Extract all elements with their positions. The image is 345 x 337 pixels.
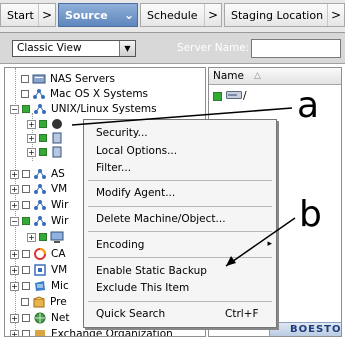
arrowhead-b (226, 256, 236, 266)
annotation-label-a: a (297, 85, 320, 126)
annotation-label-b: b (299, 194, 322, 235)
arrow-a (71, 107, 293, 126)
annotation-arrows (71, 107, 296, 267)
arrow-b (225, 217, 296, 267)
